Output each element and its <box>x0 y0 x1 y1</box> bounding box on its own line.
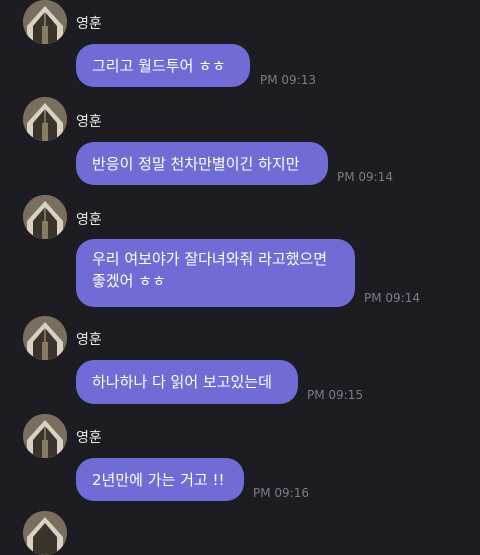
message-bubble[interactable]: 그리고 월드투어 ㅎㅎ <box>76 44 250 87</box>
avatar[interactable] <box>23 316 67 360</box>
profile-photo-icon <box>23 97 67 141</box>
message-timestamp: PM 09:14 <box>337 170 393 184</box>
message-timestamp: PM 09:16 <box>253 486 309 500</box>
sender-name: 영훈 <box>76 16 102 32</box>
avatar[interactable] <box>23 414 67 458</box>
message-bubble[interactable]: 우리 여보야가 잘다녀와줘 라고했으면 좋겠어 ㅎㅎ <box>76 239 355 307</box>
profile-photo-icon <box>23 195 67 239</box>
avatar[interactable] <box>23 97 67 141</box>
sender-name: 영훈 <box>76 212 102 228</box>
message-bubble[interactable]: 반응이 정말 천차만별이긴 하지만 <box>76 142 328 185</box>
avatar[interactable] <box>23 0 67 44</box>
chat-message-list[interactable]: 영훈 그리고 월드투어 ㅎㅎ PM 09:13 영훈 반응이 정말 천차만별이긴… <box>0 0 480 555</box>
message-timestamp: PM 09:14 <box>364 291 420 305</box>
message-timestamp: PM 09:13 <box>260 73 316 87</box>
message-bubble[interactable]: 2년만에 가는 거고 !! <box>76 458 244 501</box>
profile-photo-icon <box>23 316 67 360</box>
profile-photo-icon <box>23 0 67 44</box>
avatar[interactable] <box>23 195 67 239</box>
sender-name: 영훈 <box>76 430 102 446</box>
sender-name: 영훈 <box>76 332 102 348</box>
message-bubble[interactable]: 하나하나 다 읽어 보고있는데 <box>76 360 298 404</box>
message-timestamp: PM 09:15 <box>307 388 363 402</box>
sender-name: 영훈 <box>76 114 102 130</box>
profile-photo-icon <box>23 414 67 458</box>
